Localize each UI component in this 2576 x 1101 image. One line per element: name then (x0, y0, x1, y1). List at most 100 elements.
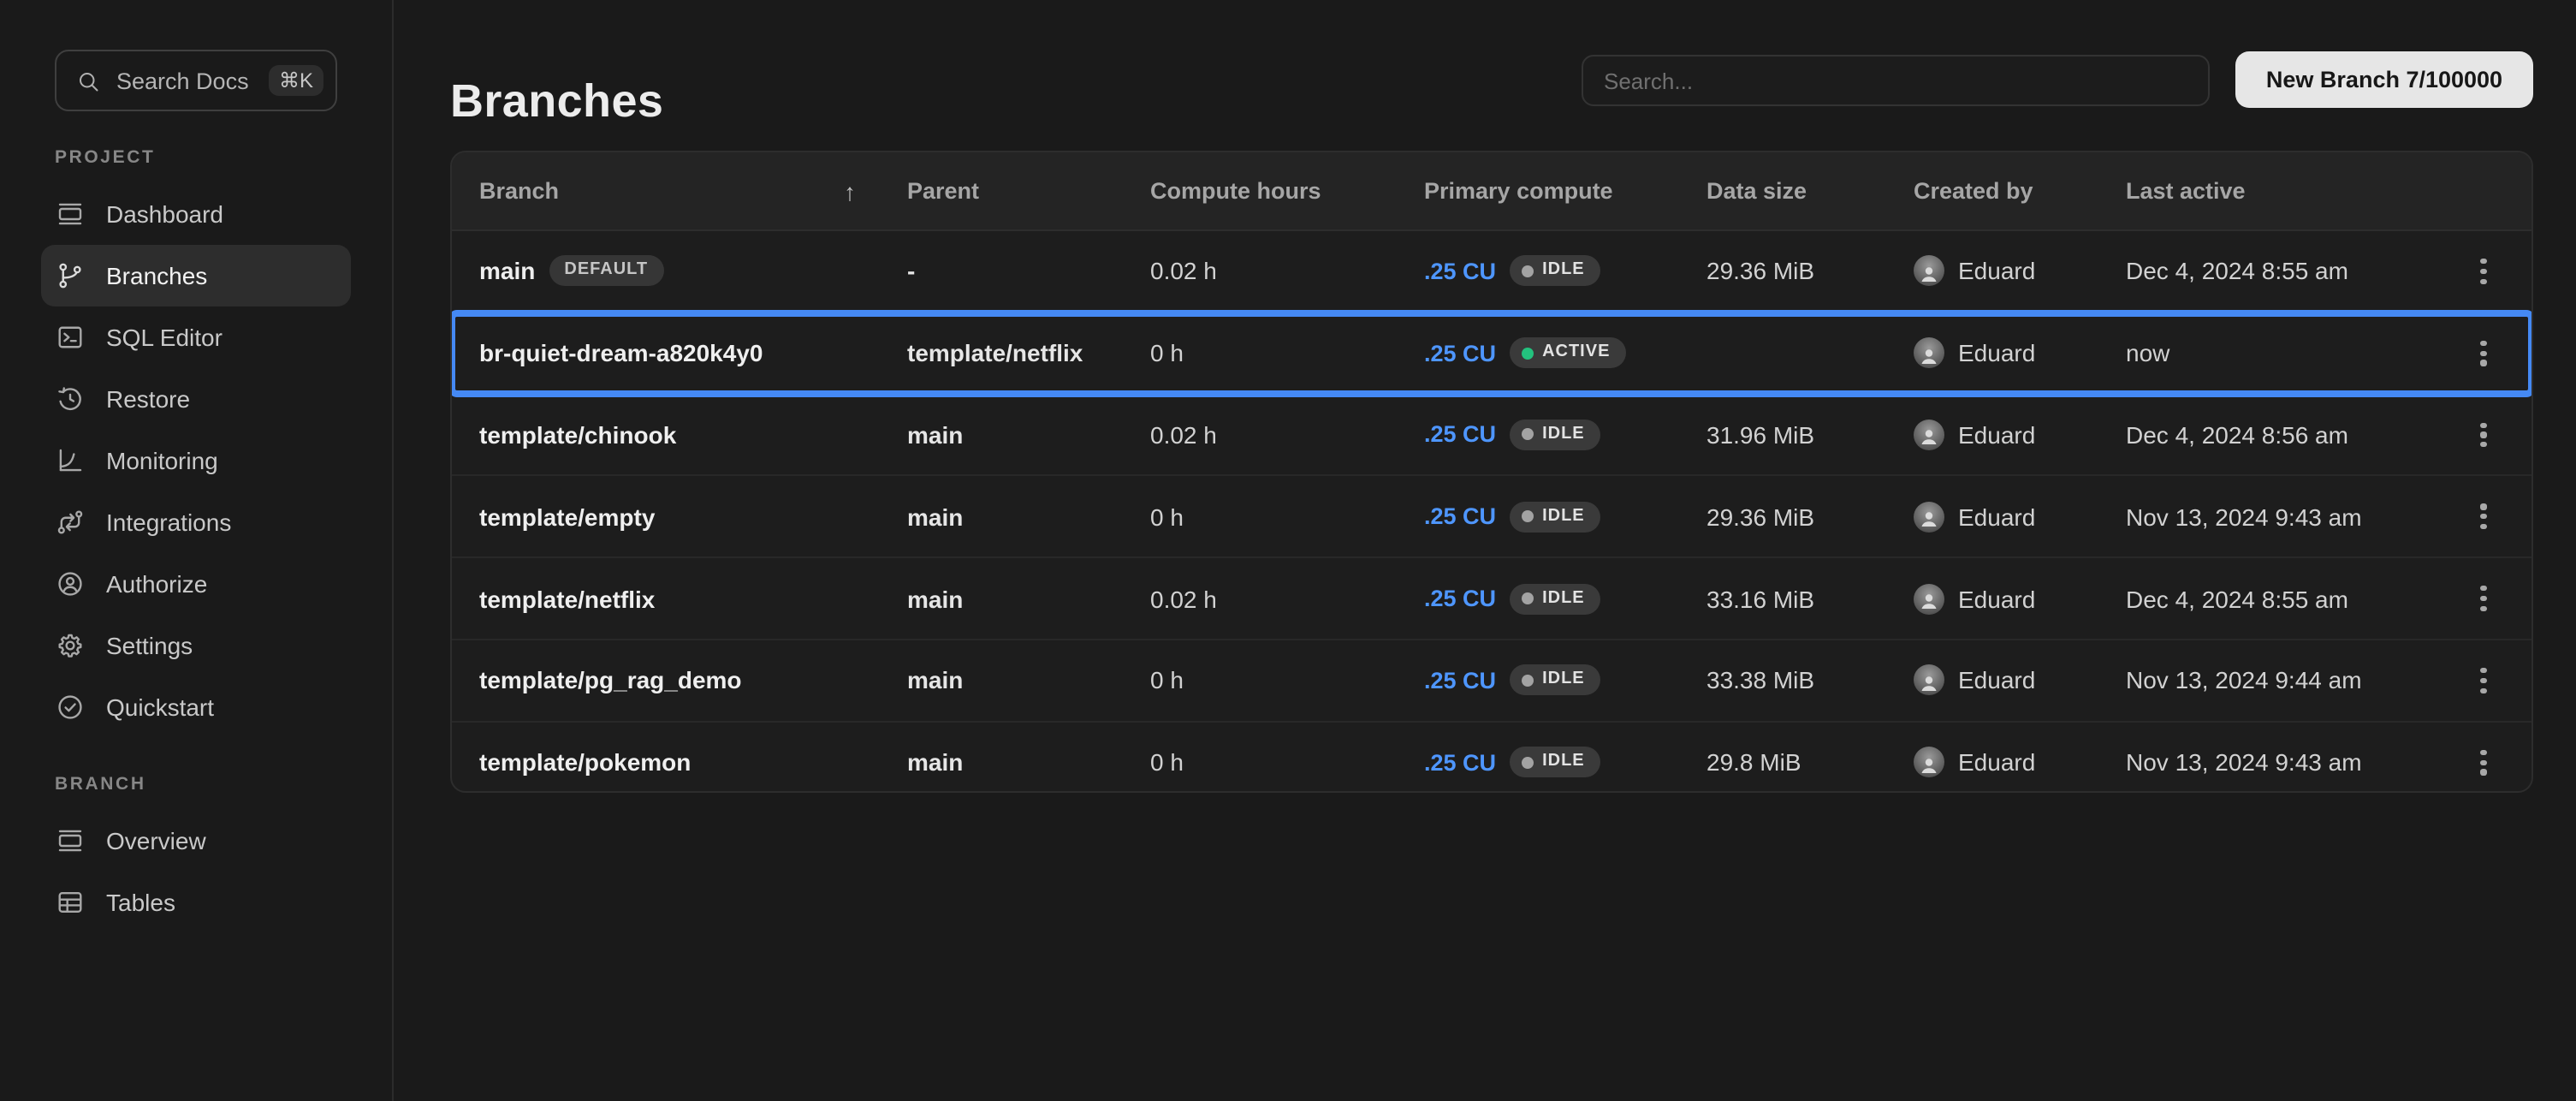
branch-name: template/pokemon (479, 748, 691, 776)
new-branch-button[interactable]: New Branch 7/100000 (2235, 51, 2533, 108)
avatar (1914, 420, 1944, 450)
quickstart-icon (55, 692, 86, 723)
state-label: IDLE (1542, 753, 1585, 771)
nav-section-label-branch: BRANCH (55, 774, 337, 795)
data-size: 33.16 MiB (1706, 585, 1814, 612)
sidebar-item-sql-editor[interactable]: SQL Editor (41, 306, 351, 368)
table-row-template-pokemon[interactable]: template/pokemonmain0 h.25 CUIDLE29.8 Mi… (452, 721, 2531, 793)
sidebar-item-label: Restore (106, 385, 190, 413)
row-menu-button[interactable] (2463, 741, 2504, 783)
column-header-parent[interactable]: Parent (907, 178, 1150, 204)
created-by-name: Eduard (1958, 667, 2035, 694)
sidebar-item-tables[interactable]: Tables (41, 872, 351, 933)
avatar (1914, 665, 1944, 696)
row-menu-button[interactable] (2463, 251, 2504, 292)
column-header-primary-compute[interactable]: Primary compute (1424, 178, 1706, 204)
parent-branch: template/netflix (907, 339, 1083, 366)
table-row-main[interactable]: mainDEFAULT-0.02 h.25 CUIDLE29.36 MiBEdu… (452, 231, 2531, 312)
column-header-label: Parent (907, 178, 979, 204)
sidebar-item-integrations[interactable]: Integrations (41, 491, 351, 553)
sidebar: Search Docs ⌘K PROJECTDashboardBranchesS… (0, 0, 394, 1101)
compute-hours: 0 h (1150, 667, 1184, 694)
parent-branch: main (907, 503, 963, 531)
created-by-name: Eduard (1958, 421, 2035, 449)
table-row-template-netflix[interactable]: template/netflixmain0.02 h.25 CUIDLE33.1… (452, 556, 2531, 639)
compute-size-link[interactable]: .25 CU (1424, 259, 1496, 284)
column-header-compute-hours[interactable]: Compute hours (1150, 178, 1424, 204)
integrations-icon (55, 507, 86, 538)
authorize-icon (55, 568, 86, 599)
state-label: ACTIVE (1542, 344, 1610, 361)
compute-hours: 0 h (1150, 503, 1184, 531)
row-menu-button[interactable] (2463, 332, 2504, 373)
table-row-br-quiet-dream-a820k4y0[interactable]: br-quiet-dream-a820k4y0template/netflix0… (452, 312, 2531, 394)
search-docs-button[interactable]: Search Docs ⌘K (55, 50, 337, 111)
data-size: 29.8 MiB (1706, 748, 1801, 776)
data-size: 33.38 MiB (1706, 667, 1814, 694)
branches-table: Branch↑Parent Compute hours Primary comput… (450, 151, 2533, 793)
compute-hours: 0.02 h (1150, 585, 1217, 612)
compute-size-link[interactable]: .25 CU (1424, 668, 1496, 693)
state-dot-icon (1522, 675, 1534, 687)
compute-hours: 0.02 h (1150, 258, 1217, 285)
sidebar-item-restore[interactable]: Restore (41, 368, 351, 430)
compute-size-link[interactable]: .25 CU (1424, 749, 1496, 775)
sidebar-item-authorize[interactable]: Authorize (41, 553, 351, 615)
column-header-branch[interactable]: Branch↑ (479, 177, 907, 205)
settings-icon (55, 630, 86, 661)
keyboard-shortcut-badge: ⌘K (269, 65, 323, 96)
sidebar-item-overview[interactable]: Overview (41, 810, 351, 872)
avatar (1914, 256, 1944, 287)
branch-name: main (479, 258, 535, 285)
column-header-label: Compute hours (1150, 178, 1321, 204)
monitoring-icon (55, 445, 86, 476)
table-row-template-pg-rag-demo[interactable]: template/pg_rag_demomain0 h.25 CUIDLE33.… (452, 639, 2531, 721)
state-dot-icon (1522, 756, 1534, 768)
sidebar-item-label: Integrations (106, 509, 231, 536)
branch-name: template/empty (479, 503, 655, 531)
compute-state-badge: IDLE (1510, 583, 1600, 614)
sort-asc-icon[interactable]: ↑ (844, 177, 856, 205)
table-row-template-empty[interactable]: template/emptymain0 h.25 CUIDLE29.36 MiB… (452, 475, 2531, 557)
avatar (1914, 502, 1944, 533)
created-by-name: Eduard (1958, 585, 2035, 612)
data-size: 31.96 MiB (1706, 421, 1814, 449)
branches-search-input[interactable] (1582, 55, 2210, 106)
branch-name: template/pg_rag_demo (479, 667, 742, 694)
branches-page: Search Docs ⌘K PROJECTDashboardBranchesS… (0, 0, 2576, 1101)
created-by-name: Eduard (1958, 503, 2035, 531)
state-dot-icon (1522, 592, 1534, 604)
search-icon (75, 68, 101, 93)
parent-branch: main (907, 748, 963, 776)
column-header-created-by[interactable]: Created by (1914, 178, 2126, 204)
sidebar-item-branches[interactable]: Branches (41, 245, 351, 306)
page-title: Branches (450, 75, 663, 128)
branches-icon (55, 260, 86, 291)
compute-size-link[interactable]: .25 CU (1424, 586, 1496, 611)
sidebar-item-monitoring[interactable]: Monitoring (41, 430, 351, 491)
branch-name: br-quiet-dream-a820k4y0 (479, 339, 763, 366)
parent-branch: - (907, 258, 915, 285)
column-header-last-active[interactable]: Last active (2126, 178, 2451, 204)
tables-icon (55, 887, 86, 918)
sidebar-item-label: Overview (106, 827, 206, 854)
compute-state-badge: IDLE (1510, 665, 1600, 696)
column-header-label: Last active (2126, 178, 2246, 204)
compute-size-link[interactable]: .25 CU (1424, 340, 1496, 366)
sidebar-item-quickstart[interactable]: Quickstart (41, 676, 351, 738)
compute-size-link[interactable]: .25 CU (1424, 504, 1496, 530)
table-header-row: Branch↑Parent Compute hours Primary comput… (452, 152, 2531, 231)
sidebar-item-settings[interactable]: Settings (41, 615, 351, 676)
row-menu-button[interactable] (2463, 578, 2504, 619)
compute-state-badge: IDLE (1510, 747, 1600, 777)
state-label: IDLE (1542, 672, 1585, 689)
last-active: now (2126, 339, 2169, 366)
column-header-data-size[interactable]: Data size (1706, 178, 1914, 204)
compute-size-link[interactable]: .25 CU (1424, 422, 1496, 448)
sidebar-item-dashboard[interactable]: Dashboard (41, 183, 351, 245)
row-menu-button[interactable] (2463, 660, 2504, 701)
table-row-template-chinook[interactable]: template/chinookmain0.02 h.25 CUIDLE31.9… (452, 393, 2531, 475)
row-menu-button[interactable] (2463, 414, 2504, 455)
row-menu-button[interactable] (2463, 497, 2504, 538)
data-size: 29.36 MiB (1706, 258, 1814, 285)
